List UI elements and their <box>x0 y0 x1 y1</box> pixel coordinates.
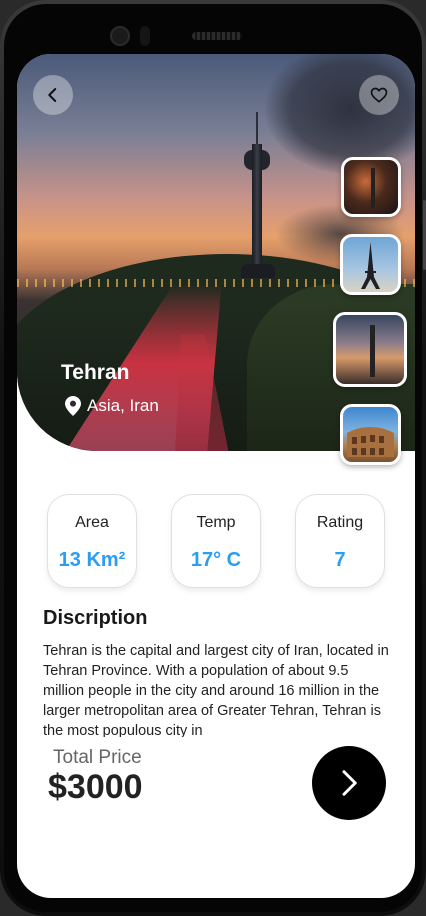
camera-icon <box>110 26 130 46</box>
heart-outline-icon <box>370 87 388 103</box>
stat-card-temp: Temp 17° C <box>171 494 261 588</box>
back-button[interactable] <box>33 75 73 115</box>
description-text: Tehran is the capital and largest city o… <box>43 643 389 737</box>
destination-location: Asia, Iran <box>65 396 159 416</box>
eiffel-tower-thumbnail[interactable] <box>340 234 401 295</box>
favorite-button[interactable] <box>359 75 399 115</box>
price-value: $3000 <box>48 768 143 806</box>
chevron-right-icon <box>342 770 357 796</box>
stat-value: 7 <box>334 549 346 571</box>
milad-tower-thumbnail[interactable] <box>333 312 407 387</box>
description-title: Discription <box>43 607 148 629</box>
colosseum-icon <box>347 427 394 457</box>
stats-row: Area 13 Km² Temp 17° C Rating 7 <box>17 494 415 590</box>
location-pin-icon <box>65 396 81 416</box>
sky-cloud <box>265 54 415 174</box>
stat-card-rating: Rating 7 <box>295 494 385 588</box>
sensor <box>140 26 150 46</box>
tower-base <box>241 264 275 278</box>
stat-value: 17° C <box>190 549 242 571</box>
stat-card-area: Area 13 Km² <box>47 494 137 588</box>
tower-silhouette <box>370 325 375 377</box>
stat-label: Rating <box>316 514 364 531</box>
stat-label: Temp <box>196 514 236 531</box>
stat-label: Area <box>75 514 109 531</box>
stat-value: 13 Km² <box>58 549 126 571</box>
next-button[interactable] <box>312 746 386 820</box>
tower-silhouette <box>371 168 375 208</box>
colosseum-thumbnail[interactable] <box>340 404 401 465</box>
tower-shaft <box>252 144 262 274</box>
location-text: Asia, Iran <box>87 396 159 415</box>
price-label: Total Price <box>53 747 142 768</box>
phone-frame: Tehran Asia, Iran Area 13 Km² Temp 17° C… <box>0 0 426 916</box>
earpiece-speaker <box>192 32 242 40</box>
chevron-left-icon <box>48 88 57 102</box>
destination-name: Tehran <box>61 361 130 384</box>
city-night-thumbnail[interactable] <box>341 157 401 217</box>
eiffel-tower-icon <box>361 242 380 289</box>
app-screen: Tehran Asia, Iran Area 13 Km² Temp 17° C… <box>17 54 415 898</box>
